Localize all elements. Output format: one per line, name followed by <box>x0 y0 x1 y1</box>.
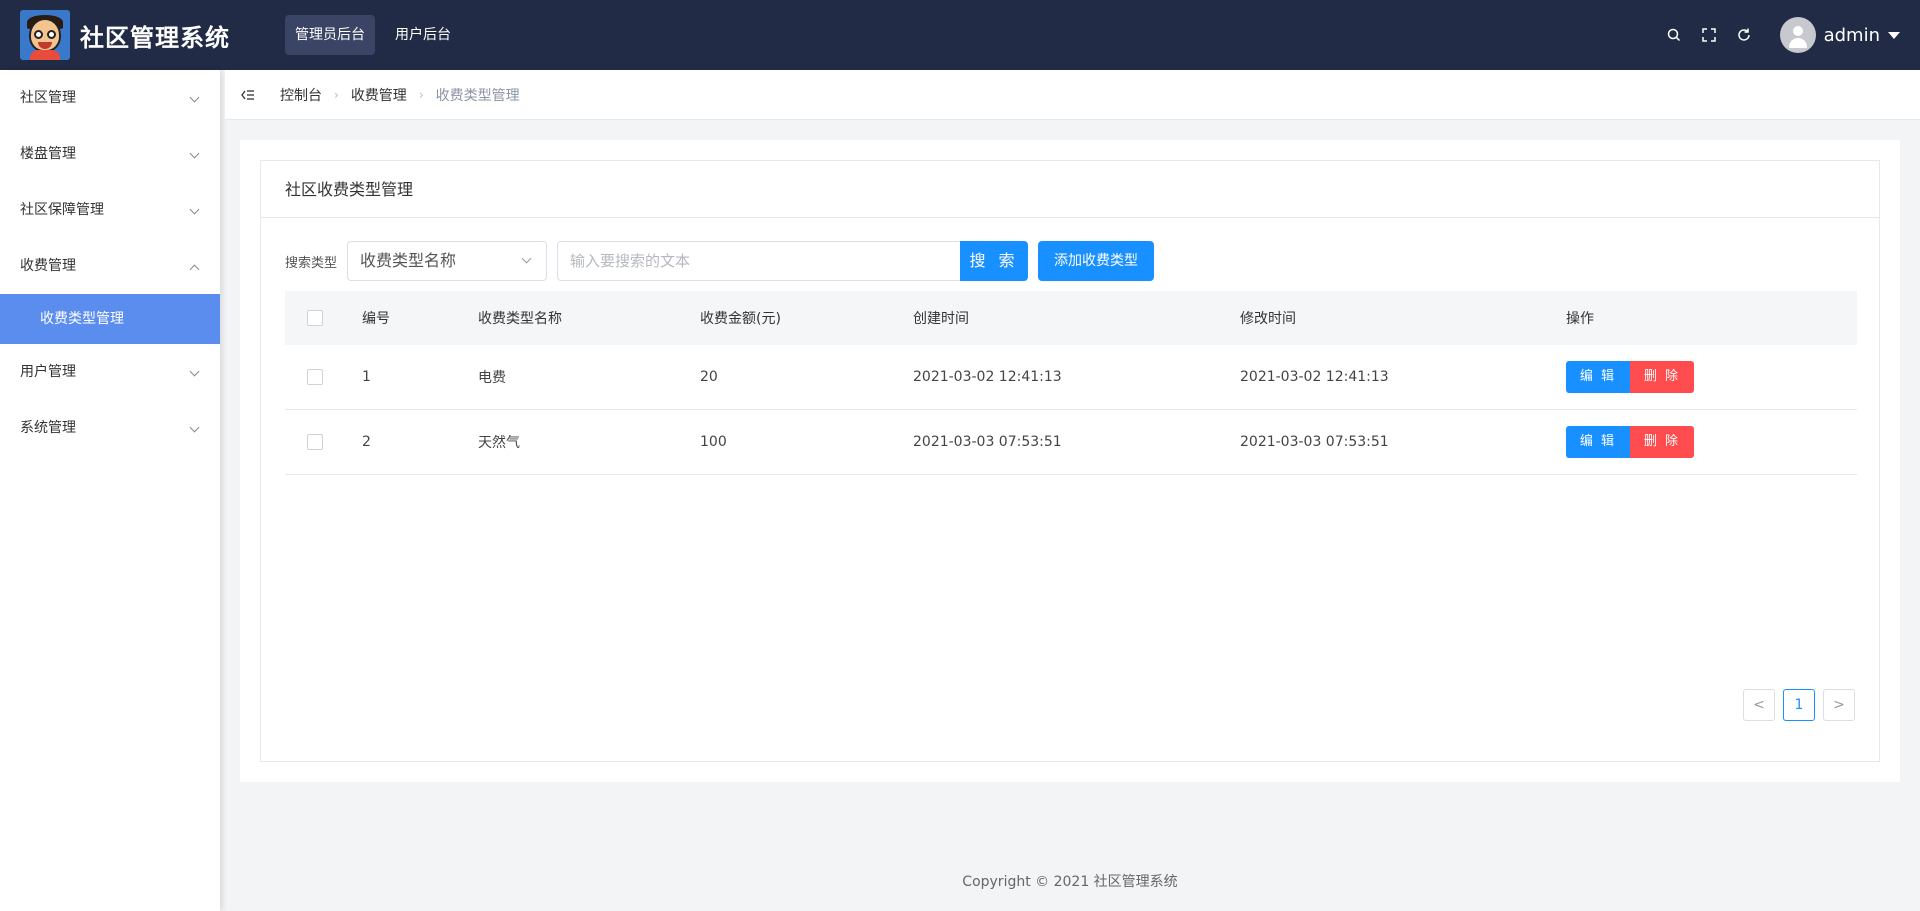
sidebar-item-community[interactable]: 社区管理 <box>0 70 220 126</box>
chevron-right-icon: › <box>334 87 339 102</box>
table-row: 2 天然气 100 2021-03-03 07:53:51 2021-03-03… <box>285 410 1857 475</box>
main-content: 社区收费类型管理 搜索类型 收费类型名称 搜 索 添加收费类型 编号 收费类型名… <box>240 140 1900 782</box>
pagination: < 1 > <box>1735 689 1855 721</box>
search-type-select[interactable]: 收费类型名称 <box>347 241 548 281</box>
chevron-down-icon <box>521 253 532 264</box>
search-button[interactable]: 搜 索 <box>960 241 1029 281</box>
fullscreen-icon[interactable] <box>1701 27 1717 43</box>
cell-name: 电费 <box>478 370 506 386</box>
sidebar-item-users[interactable]: 用户管理 <box>0 344 220 400</box>
page-1-button[interactable]: 1 <box>1783 689 1815 721</box>
cell-id: 1 <box>362 369 371 385</box>
nav-user-backend[interactable]: 用户后台 <box>385 15 461 55</box>
chevron-up-icon <box>189 264 200 275</box>
charge-type-card: 社区收费类型管理 搜索类型 收费类型名称 搜 索 添加收费类型 编号 收费类型名… <box>260 160 1880 762</box>
column-header-id: 编号 <box>362 311 390 327</box>
top-header: 社区管理系统 管理员后台 用户后台 admin <box>0 0 1920 70</box>
sidebar-subitem-charge-types[interactable]: 收费类型管理 <box>0 294 220 344</box>
cell-modified: 2021-03-02 12:41:13 <box>1240 369 1389 385</box>
next-page-button[interactable]: > <box>1823 689 1855 721</box>
footer-copyright: Copyright © 2021 社区管理系统 <box>962 874 1178 890</box>
column-header-modified: 修改时间 <box>1240 311 1296 327</box>
chevron-down-icon <box>189 204 200 215</box>
search-type-label: 搜索类型 <box>285 255 338 271</box>
table-row: 1 电费 20 2021-03-02 12:41:13 2021-03-02 1… <box>285 345 1857 410</box>
cell-created: 2021-03-02 12:41:13 <box>913 369 1062 385</box>
header-toolbar: admin <box>1647 0 1900 70</box>
sidebar-item-label: 系统管理 <box>20 420 76 436</box>
search-input[interactable] <box>557 241 961 281</box>
prev-page-button[interactable]: < <box>1743 689 1775 721</box>
nav-admin-backend[interactable]: 管理员后台 <box>285 15 375 55</box>
cell-modified: 2021-03-03 07:53:51 <box>1240 434 1389 450</box>
sidebar-item-label: 收费管理 <box>20 258 76 274</box>
sidebar-item-buildings[interactable]: 楼盘管理 <box>0 126 220 182</box>
avatar[interactable] <box>1779 17 1816 53</box>
sidebar-item-security[interactable]: 社区保障管理 <box>0 182 220 238</box>
refresh-icon[interactable] <box>1736 27 1752 43</box>
sidebar-item-label: 社区管理 <box>20 90 76 106</box>
column-header-created: 创建时间 <box>913 311 969 327</box>
chevron-down-icon <box>189 422 200 433</box>
card-title: 社区收费类型管理 <box>261 161 1879 218</box>
breadcrumb-current: 收费类型管理 <box>435 87 520 104</box>
chevron-down-icon <box>189 366 200 377</box>
logo <box>20 10 70 60</box>
row-checkbox[interactable] <box>307 434 323 450</box>
column-header-actions: 操作 <box>1566 311 1594 327</box>
cell-id: 2 <box>362 434 371 450</box>
brand-title: 社区管理系统 <box>80 23 230 52</box>
sidebar-item-system[interactable]: 系统管理 <box>0 400 220 456</box>
chevron-down-icon <box>189 148 200 159</box>
cell-actions: 编 辑删 除 <box>1566 361 1857 393</box>
row-checkbox[interactable] <box>307 369 323 385</box>
charge-type-table: 编号 收费类型名称 收费金额(元) 创建时间 修改时间 操作 1 电费 20 2… <box>285 291 1857 475</box>
sidebar-item-label: 楼盘管理 <box>20 146 76 162</box>
cell-amount: 100 <box>700 434 727 450</box>
chevron-down-icon <box>189 92 200 103</box>
edit-button[interactable]: 编 辑 <box>1566 426 1630 458</box>
cell-name: 天然气 <box>478 435 520 451</box>
sidebar-item-label: 社区保障管理 <box>20 202 104 218</box>
select-all-checkbox[interactable] <box>307 310 323 326</box>
column-header-amount: 收费金额(元) <box>700 311 781 327</box>
cell-actions: 编 辑删 除 <box>1566 426 1857 458</box>
search-type-value: 收费类型名称 <box>360 251 457 270</box>
edit-button[interactable]: 编 辑 <box>1566 361 1630 393</box>
table-header: 编号 收费类型名称 收费金额(元) 创建时间 修改时间 操作 <box>285 291 1857 345</box>
delete-button[interactable]: 删 除 <box>1630 361 1694 393</box>
username[interactable]: admin <box>1824 25 1880 46</box>
search-icon[interactable] <box>1666 27 1682 43</box>
sidebar: 社区管理 楼盘管理 社区保障管理 收费管理 收费类型管理 用户管理 系统管理 <box>0 70 220 911</box>
breadcrumb-dashboard[interactable]: 控制台 <box>280 85 322 105</box>
top-nav: 管理员后台 用户后台 <box>285 15 471 55</box>
breadcrumb-charges[interactable]: 收费管理 <box>351 85 407 105</box>
chevron-right-icon: › <box>418 87 424 102</box>
collapse-menu-icon[interactable] <box>240 87 256 103</box>
sidebar-item-charges[interactable]: 收费管理 <box>0 238 220 294</box>
column-header-name: 收费类型名称 <box>478 311 562 327</box>
add-charge-type-button[interactable]: 添加收费类型 <box>1038 241 1155 281</box>
cell-created: 2021-03-03 07:53:51 <box>913 434 1062 450</box>
breadcrumb: 控制台 › 收费管理 › 收费类型管理 <box>225 70 1920 120</box>
caret-down-icon[interactable] <box>1888 31 1900 39</box>
sidebar-item-label: 用户管理 <box>20 364 76 380</box>
delete-button[interactable]: 删 除 <box>1630 426 1694 458</box>
search-bar: 搜索类型 收费类型名称 搜 索 添加收费类型 <box>285 241 1155 281</box>
cell-amount: 20 <box>700 369 718 385</box>
